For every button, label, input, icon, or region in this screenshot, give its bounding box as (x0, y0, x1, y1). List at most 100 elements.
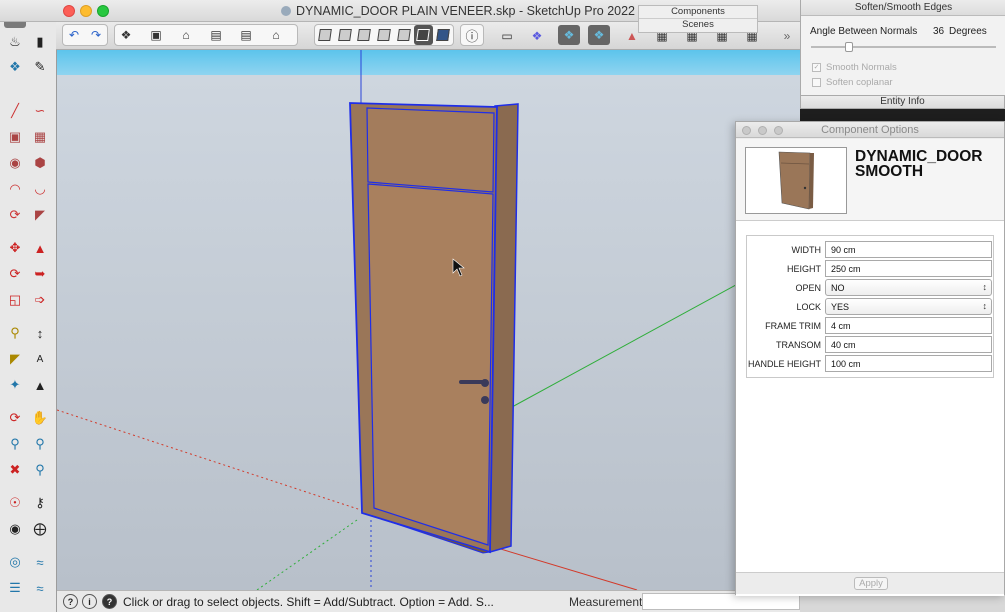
follow-me-icon[interactable]: ➥ (29, 263, 51, 285)
close-window-button[interactable] (63, 5, 75, 17)
angle-slider-track[interactable] (811, 46, 996, 48)
back-edges-style-icon[interactable] (335, 25, 355, 45)
sandbox-stamp-icon[interactable]: ≈ (29, 577, 51, 599)
zoom-tool-icon[interactable]: ⚲ (4, 433, 26, 455)
xray-style-icon[interactable] (315, 25, 335, 45)
soften-coplanar-checkbox[interactable] (812, 78, 821, 87)
hidden-line-style-icon[interactable] (374, 25, 394, 45)
arc-tool-icon[interactable]: ◠ (4, 178, 26, 200)
look-around-icon[interactable]: ◉ (4, 518, 26, 540)
tape-measure-icon[interactable]: ⚲ (4, 322, 26, 344)
component-tool-icon[interactable]: ❖ (526, 26, 548, 46)
open-select[interactable]: NO (825, 279, 992, 296)
sandbox-contours-icon[interactable]: ◎ (4, 551, 26, 573)
shaded-textures-style-icon[interactable] (413, 25, 434, 45)
tray-components[interactable]: Components (639, 6, 757, 19)
zoom-extents-icon[interactable]: ✖ (4, 459, 26, 481)
field-label: HEIGHT (786, 264, 821, 274)
monochrome-style-icon[interactable] (433, 25, 453, 45)
tray-scenes[interactable]: Scenes (639, 19, 757, 32)
door-leaf[interactable] (367, 183, 494, 546)
scale-tool-icon[interactable]: ◱ (4, 289, 26, 311)
wireframe-style-icon[interactable] (354, 25, 374, 45)
instructor-icon[interactable]: ? (102, 594, 117, 609)
toolbar-overflow-icon[interactable]: » (776, 26, 798, 46)
credits-icon[interactable]: i (82, 594, 97, 609)
axes-tool-icon[interactable]: ✦ (4, 374, 26, 396)
pan-tool-icon[interactable]: ✋ (29, 407, 51, 429)
zoom-window-icon[interactable]: ⚲ (29, 433, 51, 455)
eraser-icon[interactable]: ▮ (29, 31, 51, 53)
push-pull-icon[interactable]: ▲ (29, 237, 51, 259)
angle-slider-thumb[interactable] (845, 42, 853, 52)
apply-button[interactable]: Apply (854, 577, 888, 590)
rotated-rectangle-icon[interactable]: ▦ (29, 126, 51, 148)
co-zoom-button[interactable] (774, 126, 783, 135)
transom-input[interactable]: 40 cm (825, 336, 992, 353)
geo-location-icon[interactable]: ? (63, 594, 78, 609)
field-label: HANDLE HEIGHT (747, 359, 821, 369)
outer-shell-icon[interactable]: ❖ (588, 25, 610, 45)
right-view-icon[interactable]: ▤ (205, 25, 227, 45)
position-camera-icon[interactable]: ☉ (4, 492, 26, 514)
door-lock[interactable] (481, 396, 489, 404)
field-label: LOCK (796, 302, 821, 312)
rectangle-tool-icon[interactable]: ▣ (4, 126, 26, 148)
shaded-style-icon[interactable] (394, 25, 414, 45)
top-view-icon[interactable]: ▣ (145, 25, 167, 45)
line-tool-icon[interactable]: ╱ (4, 100, 26, 122)
door-thumbnail-icon (778, 151, 814, 210)
field-label: WIDTH (791, 245, 822, 255)
3d-text-icon[interactable]: ▲ (29, 374, 51, 396)
height-input[interactable]: 250 cm (825, 260, 992, 277)
dimension-tool-icon[interactable]: ↕ (29, 322, 51, 344)
move-tool-icon[interactable]: ✥ (4, 237, 26, 259)
views-group: ❖ ▣ ⌂ ▤ ▤ ⌂ (114, 24, 298, 46)
3d-viewport[interactable] (57, 50, 800, 590)
document-icon (281, 6, 291, 16)
three-point-arc-icon[interactable]: ⟳ (4, 204, 26, 226)
sandbox-scratch-icon[interactable]: ≈ (29, 551, 51, 573)
make-component-icon[interactable]: ❖ (4, 56, 26, 78)
front-view-icon[interactable]: ⌂ (175, 25, 197, 45)
left-view-icon[interactable]: ⌂ (265, 25, 287, 45)
lock-select[interactable]: YES (825, 298, 992, 315)
polygon-tool-icon[interactable]: ⬢ (29, 152, 51, 174)
previous-view-icon[interactable]: ⚲ (29, 459, 51, 481)
co-minimize-button[interactable] (758, 126, 767, 135)
freehand-tool-icon[interactable]: ∽ (29, 100, 51, 122)
eraser-toolbar-icon[interactable]: ▭ (496, 26, 518, 46)
protractor-icon[interactable]: ◤ (4, 348, 26, 370)
undo-icon[interactable]: ↶ (63, 25, 85, 45)
iso-view-icon[interactable]: ❖ (115, 25, 137, 45)
orbit-tool-icon[interactable]: ⟳ (4, 407, 26, 429)
sandbox-smoove-icon[interactable]: ☰ (4, 577, 26, 599)
tag-tool-icon[interactable]: ✎ (29, 56, 51, 78)
smooth-normals-checkbox[interactable]: ✓ (812, 63, 821, 72)
width-input[interactable]: 90 cm (825, 241, 992, 258)
angle-value[interactable]: 36 (933, 26, 944, 37)
two-point-arc-icon[interactable]: ◡ (29, 178, 51, 200)
pie-tool-icon[interactable]: ◤ (29, 204, 51, 226)
solid-tools-icon[interactable]: ❖ (558, 25, 580, 45)
back-view-icon[interactable]: ▤ (235, 25, 257, 45)
handle-height-input[interactable]: 100 cm (825, 355, 992, 372)
redo-icon[interactable]: ↷ (85, 25, 107, 45)
text-tool-icon[interactable]: A (29, 348, 51, 370)
walk-tool-icon[interactable]: ⚷ (29, 492, 51, 514)
circle-tool-icon[interactable]: ◉ (4, 152, 26, 174)
offset-tool-icon[interactable]: ➩ (29, 289, 51, 311)
minimize-window-button[interactable] (80, 5, 92, 17)
zoom-window-button[interactable] (97, 5, 109, 17)
co-close-button[interactable] (742, 126, 751, 135)
paint-bucket-icon[interactable]: ♨ (4, 31, 26, 53)
model-canvas[interactable] (57, 50, 800, 590)
transom-panel[interactable] (366, 107, 495, 193)
entity-info-panel[interactable]: Entity Info (800, 95, 1005, 109)
section-plane-icon[interactable]: ⨁ (29, 518, 51, 540)
component-options-body: WIDTH 90 cm HEIGHT 250 cm OPEN NO LOCK Y… (736, 221, 1004, 596)
field-transom: TRANSOM 40 cm (747, 336, 993, 354)
rotate-tool-icon[interactable]: ⟳ (4, 263, 26, 285)
model-info-icon[interactable]: ⓘ (461, 25, 483, 45)
frame-trim-input[interactable]: 4 cm (825, 317, 992, 334)
